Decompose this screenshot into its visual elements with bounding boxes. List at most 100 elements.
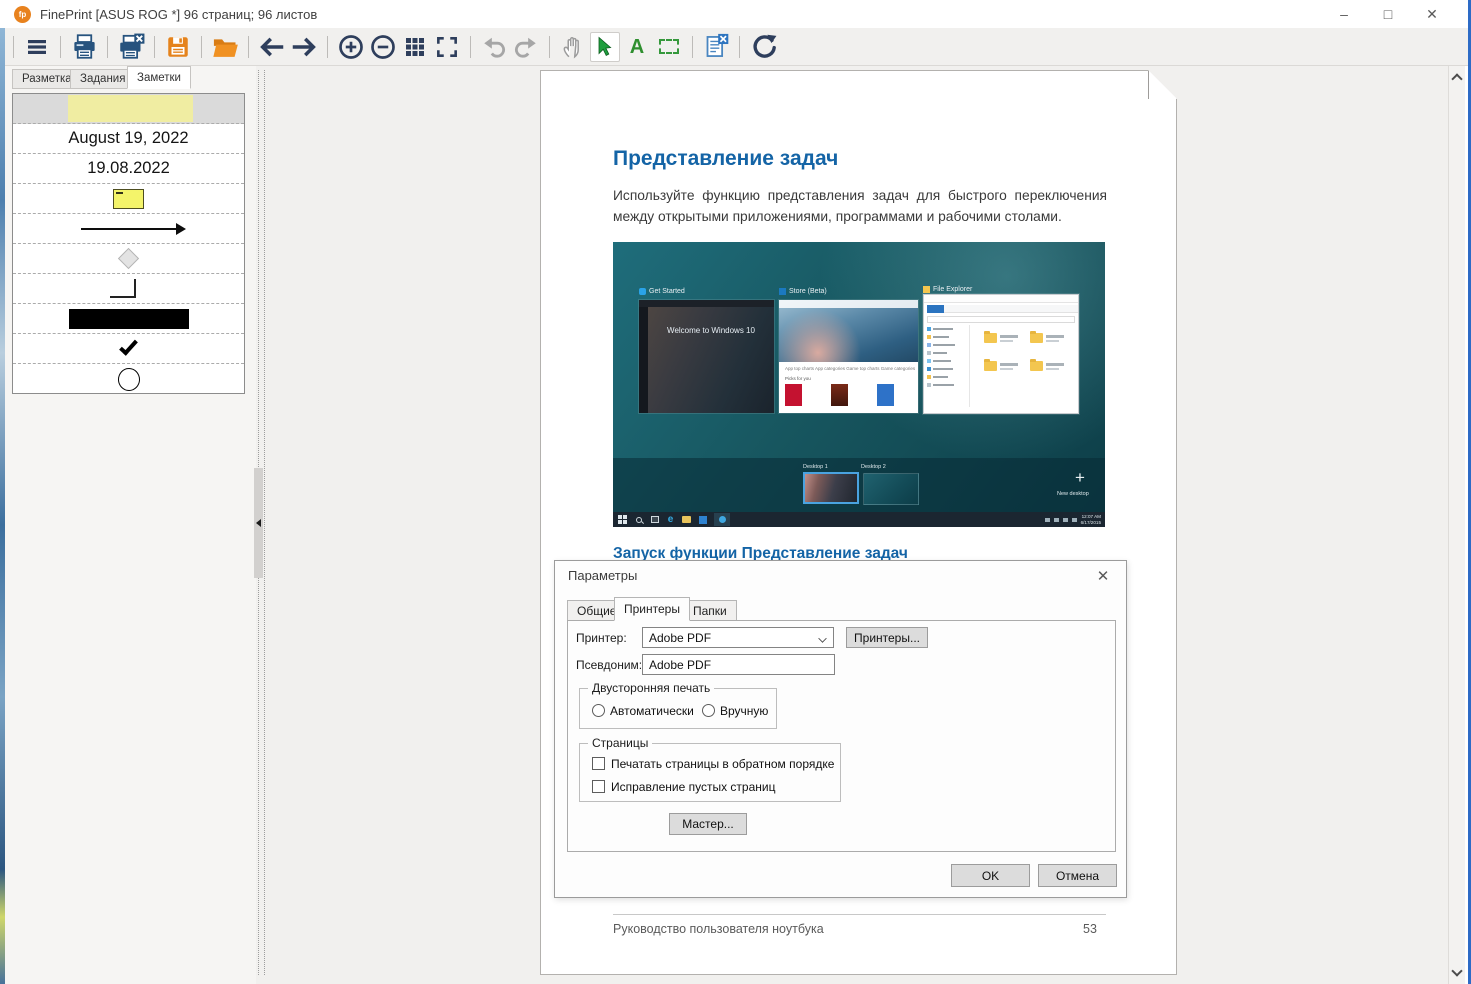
pages-group-title: Страницы [588, 736, 653, 750]
desktop2-thumbnail [863, 473, 919, 505]
welcome-caption: Welcome to Windows 10 [667, 326, 755, 335]
scroll-up-icon[interactable] [1451, 73, 1463, 85]
new-desktop-plus-icon: + [1075, 468, 1085, 487]
note-delete-icon[interactable] [701, 32, 731, 62]
edge-icon: e [667, 513, 674, 525]
diamond-icon [117, 247, 140, 270]
embedded-window1-title: Get Started [639, 288, 685, 295]
forward-arrow-icon[interactable] [289, 32, 319, 62]
separator [248, 35, 249, 58]
start-icon [618, 515, 627, 524]
undo-icon[interactable] [479, 32, 509, 62]
notes-list: August 19, 2022 19.08.2022 [12, 93, 245, 394]
fit-page-icon[interactable] [432, 32, 462, 62]
radio-automatic[interactable] [592, 704, 605, 717]
note-black-rect[interactable] [13, 304, 244, 334]
toolbar: A [0, 28, 1468, 66]
redo-icon[interactable] [511, 32, 541, 62]
note-circle[interactable] [13, 364, 244, 394]
save-icon[interactable] [163, 32, 193, 62]
note-diamond[interactable] [13, 244, 244, 274]
print-icon[interactable] [69, 32, 99, 62]
dialog-close-icon[interactable]: ✕ [1093, 566, 1113, 586]
taskbar-clock: 12:07 AM 6/17/2015 [1080, 513, 1101, 525]
get-started-icon [639, 288, 646, 295]
taskbar-folder-icon [682, 515, 691, 524]
radio-manual[interactable] [702, 704, 715, 717]
print-delete-icon[interactable] [116, 32, 146, 62]
radio-manual-label: Вручную [720, 704, 769, 718]
options-dialog: Параметры ✕ Общие Принтеры Папки Принтер… [554, 560, 1127, 898]
marquee-select-icon[interactable] [654, 32, 684, 62]
duplex-group: Двусторонняя печать Автоматически Вручну… [579, 681, 777, 729]
tab-zadaniya[interactable]: Задания [70, 69, 136, 89]
separator [60, 35, 61, 58]
note-corner[interactable] [13, 274, 244, 304]
cancel-button[interactable]: Отмена [1038, 864, 1117, 887]
separator [154, 35, 155, 58]
dialog-tab-printery[interactable]: Принтеры [614, 597, 690, 621]
dialog-tab-papki[interactable]: Папки [683, 600, 737, 621]
vertical-scrollbar[interactable] [1448, 66, 1465, 984]
taskbar-search-icon [634, 515, 643, 524]
filled-rectangle-icon [68, 308, 189, 329]
note-date-long[interactable]: August 19, 2022 [13, 124, 244, 154]
alias-label: Псевдоним: [576, 658, 643, 672]
duplex-group-title: Двусторонняя печать [588, 681, 715, 695]
arrow-icon [80, 222, 186, 235]
fineprint-window: fp FinePrint [ASUS ROG *] 96 страниц; 96… [0, 0, 1471, 984]
desktop2-label: Desktop 2 [861, 464, 886, 470]
printer-select[interactable]: Adobe PDF [642, 627, 834, 648]
embedded-taskbar: e 12:07 AM 6/17/2015 [613, 512, 1105, 527]
store-links: App top charts App categories Game top c… [785, 366, 916, 371]
back-arrow-icon[interactable] [257, 32, 287, 62]
tab-zametki[interactable]: Заметки [127, 66, 191, 89]
file-explorer-icon [923, 286, 930, 293]
taskbar-get-started-icon [714, 513, 730, 526]
printers-button[interactable]: Принтеры... [846, 627, 928, 648]
zoom-in-icon[interactable] [336, 32, 366, 62]
note-arrow[interactable] [13, 214, 244, 244]
close-button[interactable]: ✕ [1410, 1, 1454, 27]
new-desktop-label: New desktop [1057, 491, 1089, 497]
window-controls: – □ ✕ [1322, 1, 1454, 27]
separator [107, 35, 108, 58]
dialog-title: Параметры [568, 568, 638, 583]
note-sticky[interactable] [13, 184, 244, 214]
thumb-file-explorer [923, 294, 1079, 414]
menu-icon[interactable] [22, 32, 52, 62]
window-title: FinePrint [ASUS ROG *] 96 страниц; 96 ли… [40, 6, 318, 22]
open-folder-icon[interactable] [210, 32, 240, 62]
thumbnail-grid-icon[interactable] [400, 32, 430, 62]
embedded-screenshot: Get Started Store (Beta) File Explorer W… [613, 242, 1105, 527]
note-checkmark[interactable] [13, 334, 244, 364]
minimize-button[interactable]: – [1322, 1, 1366, 27]
separator [201, 35, 202, 58]
checkbox-fix-blank[interactable] [592, 780, 605, 793]
master-button[interactable]: Мастер... [669, 813, 747, 835]
corner-lines-icon [109, 279, 136, 298]
refresh-icon[interactable] [748, 32, 778, 62]
alias-input[interactable]: Adobe PDF [642, 654, 835, 675]
zoom-out-icon[interactable] [368, 32, 398, 62]
maximize-button[interactable]: □ [1366, 1, 1410, 27]
separator [739, 35, 740, 58]
store-tile-game [831, 384, 848, 406]
scroll-down-icon[interactable] [1451, 965, 1463, 977]
footer-rule [613, 914, 1106, 915]
note-highlight[interactable] [13, 94, 244, 124]
store-tile-blue [877, 384, 894, 406]
hand-tool-icon[interactable] [558, 32, 588, 62]
ok-button[interactable]: OK [951, 864, 1030, 887]
note-date-short[interactable]: 19.08.2022 [13, 154, 244, 184]
checkbox-reverse-order[interactable] [592, 757, 605, 770]
separator [470, 35, 471, 58]
splitter-handle[interactable] [254, 468, 263, 578]
text-note-tool-icon[interactable]: A [622, 32, 652, 62]
doc-paragraph: Используйте функцию представления задач … [613, 188, 1107, 224]
desktop1-label: Desktop 1 [803, 464, 828, 470]
app-logo-icon: fp [14, 5, 31, 23]
store-picks-label: Picks for you [785, 376, 811, 381]
separator [692, 35, 693, 58]
select-cursor-icon[interactable] [590, 31, 620, 62]
